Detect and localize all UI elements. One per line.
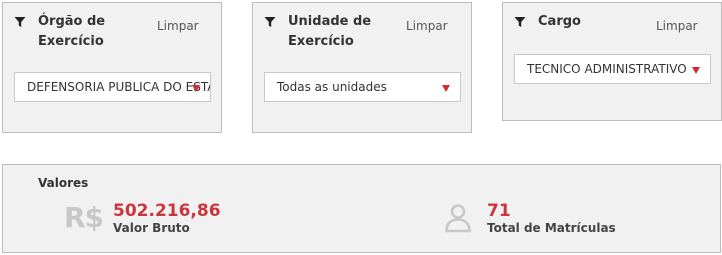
filter-panel-cargo: Cargo Limpar TECNICO ADMINISTRATIVO [502,2,722,121]
dropdown-caret-icon [442,85,450,92]
cargo-select[interactable]: TECNICO ADMINISTRATIVO [514,54,711,84]
filter-icon [14,17,26,27]
filter-title-orgao: Órgão de Exercício [14,12,105,52]
filter-panel-orgao: Órgão de Exercício Limpar DEFENSORIA PUB… [2,2,222,133]
gross-value-label: Valor Bruto [113,221,190,235]
clear-filter-link[interactable]: Limpar [157,19,199,33]
registrations-label: Total de Matrículas [487,221,616,235]
clear-filter-link[interactable]: Limpar [406,19,448,33]
gross-value: 502.216,86 [113,201,221,221]
clear-filter-link[interactable]: Limpar [656,19,698,33]
filter-title-line2: Exercício [288,34,354,49]
orgao-select-value: DEFENSORIA PUBLICA DO ESTADO [27,80,210,94]
summary-panel: Valores R$ 502.216,86 Valor Bruto 71 Tot… [2,164,721,253]
filter-icon [514,17,526,27]
dropdown-caret-icon [192,85,200,92]
filter-icon [264,17,276,27]
filter-title-line1: Órgão de [38,14,106,29]
filter-panel-unidade: Unidade de Exercício Limpar Todas as uni… [252,2,472,133]
dropdown-caret-icon [692,67,700,74]
orgao-select[interactable]: DEFENSORIA PUBLICA DO ESTADO [14,72,211,102]
summary-title: Valores [38,176,89,190]
filter-title-cargo: Cargo [514,12,581,32]
registrations-count: 71 [487,201,511,221]
person-icon [445,204,471,233]
cargo-select-value: TECNICO ADMINISTRATIVO [527,62,687,76]
unidade-select[interactable]: Todas as unidades [264,72,461,102]
filter-title-line1: Unidade de [288,14,372,29]
filter-title-line1: Cargo [538,14,581,29]
filter-title-unidade: Unidade de Exercício [264,12,371,52]
currency-icon: R$ [64,201,104,234]
filter-title-line2: Exercício [38,34,104,49]
unidade-select-value: Todas as unidades [277,80,387,94]
